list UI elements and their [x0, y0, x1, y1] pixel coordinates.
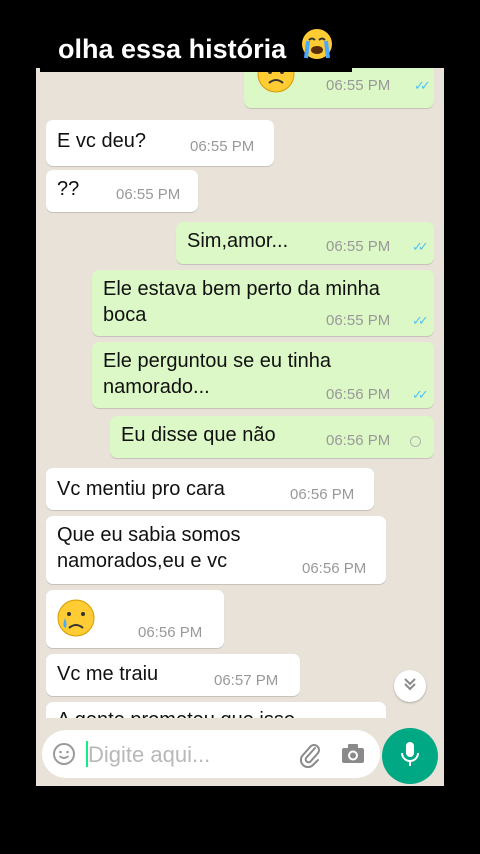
- message-text: Sim,amor...: [187, 230, 289, 252]
- voice-record-button[interactable]: [382, 728, 438, 784]
- message-outgoing[interactable]: Ele estava bem perto da minha boca 06:55…: [92, 270, 434, 336]
- overlay-title-text: olha essa história: [58, 34, 287, 64]
- message-time: 06:56 PM: [138, 624, 203, 641]
- message-input-placeholder[interactable]: Digite aqui...: [88, 742, 210, 768]
- message-outgoing[interactable]: Eu disse que não 06:56 PM: [110, 416, 434, 458]
- paperclip-icon[interactable]: [296, 740, 324, 773]
- read-receipt-icon: ✓✓: [412, 313, 429, 328]
- message-time: 06:56 PM: [290, 486, 355, 503]
- smiley-icon[interactable]: [52, 742, 76, 771]
- message-time: 06:57 PM: [214, 672, 279, 689]
- message-text: Eu disse que não: [121, 424, 276, 446]
- message-text: E vc deu?: [57, 130, 146, 152]
- crying-face-emoji-icon: [56, 598, 96, 644]
- message-text: ??: [57, 178, 80, 200]
- message-outgoing[interactable]: 06:55 PM ✓✓: [244, 68, 434, 108]
- message-time: 06:56 PM: [326, 432, 391, 449]
- message-incoming[interactable]: Que eu sabia somos namorados,eu e vc 06:…: [46, 516, 386, 584]
- message-incoming[interactable]: 06:56 PM: [46, 590, 224, 648]
- message-input-bar[interactable]: Digite aqui...: [42, 730, 380, 778]
- microphone-icon: [398, 740, 422, 773]
- message-time: 06:55 PM: [326, 312, 391, 329]
- read-receipt-icon: ✓✓: [412, 387, 429, 402]
- message-time: 06:56 PM: [326, 386, 391, 403]
- message-incoming[interactable]: ?? 06:55 PM: [46, 170, 198, 212]
- message-text: A gente prometeu que isso: [57, 707, 295, 718]
- camera-icon[interactable]: [340, 742, 366, 771]
- message-incoming[interactable]: Vc mentiu pro cara 06:56 PM: [46, 468, 374, 510]
- read-receipt-icon: ✓✓: [412, 239, 429, 254]
- loudly-crying-emoji-icon: [300, 27, 334, 75]
- frowning-face-emoji-icon: [256, 68, 296, 100]
- chat-screen: 06:55 PM ✓✓ E vc deu? 06:55 PM ?? 06:55 …: [36, 68, 444, 786]
- message-outgoing[interactable]: Sim,amor... 06:55 PM ✓✓: [176, 222, 434, 264]
- message-time: 06:55 PM: [326, 77, 391, 94]
- message-time: 06:55 PM: [326, 238, 391, 255]
- chevron-double-down-icon: [402, 676, 418, 697]
- read-receipt-icon: ✓✓: [414, 78, 431, 93]
- message-text: Que eu sabia somos namorados,eu e vc: [57, 524, 241, 572]
- message-time: 06:55 PM: [116, 186, 181, 203]
- message-time: 06:55 PM: [190, 138, 255, 155]
- message-text: Vc mentiu pro cara: [57, 478, 225, 500]
- scroll-to-bottom-button[interactable]: [394, 670, 426, 702]
- message-incoming[interactable]: A gente prometeu que isso: [46, 702, 386, 718]
- message-list[interactable]: 06:55 PM ✓✓ E vc deu? 06:55 PM ?? 06:55 …: [36, 68, 444, 718]
- message-incoming[interactable]: E vc deu? 06:55 PM: [46, 120, 274, 166]
- message-outgoing[interactable]: Ele perguntou se eu tinha namorado... 06…: [92, 342, 434, 408]
- message-incoming[interactable]: Vc me traiu 06:57 PM: [46, 654, 300, 696]
- message-time: 06:56 PM: [302, 560, 367, 577]
- video-overlay-title: olha essa história: [40, 26, 352, 72]
- pending-clock-icon: [410, 436, 421, 447]
- message-text: Vc me traiu: [57, 663, 159, 685]
